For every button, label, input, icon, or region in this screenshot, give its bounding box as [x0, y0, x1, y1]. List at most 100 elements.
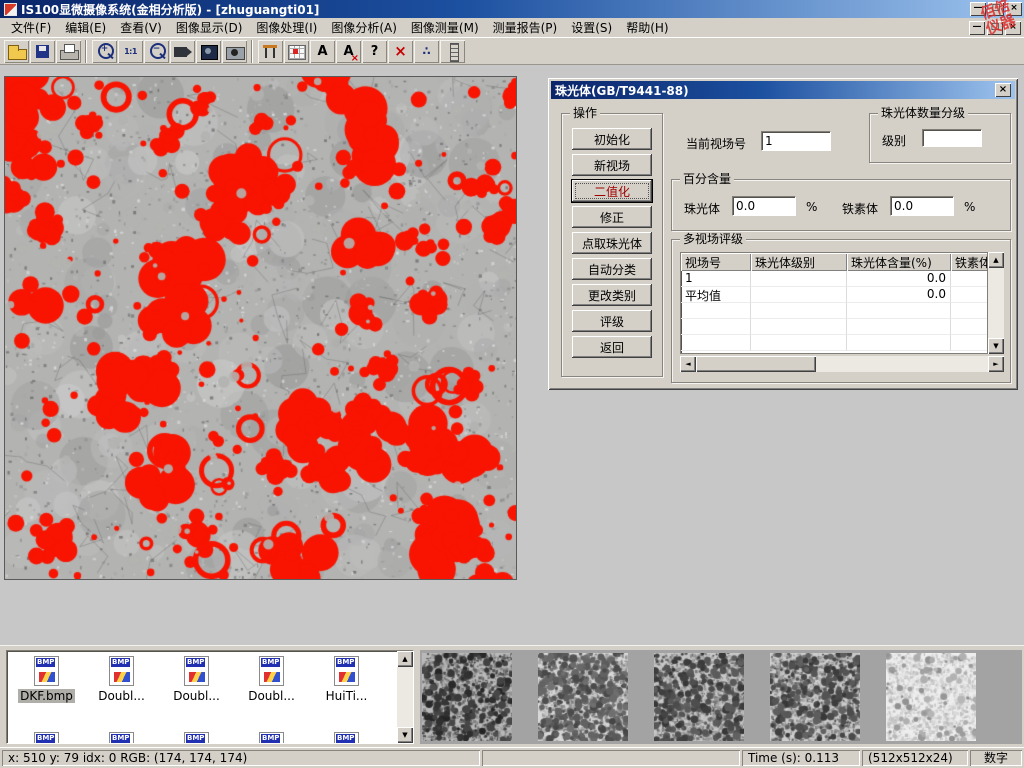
- change-class-button[interactable]: 更改类别: [572, 284, 652, 306]
- bmp-file-icon: BMP: [109, 732, 134, 744]
- micrograph-image[interactable]: [4, 76, 517, 580]
- menu-edit[interactable]: 编辑(E): [58, 17, 113, 38]
- current-field-label: 当前视场号: [686, 135, 746, 152]
- mdi-close-button[interactable]: ×: [1005, 21, 1021, 35]
- snapshot-icon[interactable]: [196, 40, 221, 63]
- initialize-button[interactable]: 初始化: [572, 128, 652, 150]
- help-icon[interactable]: ?: [362, 40, 387, 63]
- scroll-up-icon[interactable]: ▲: [397, 651, 413, 667]
- file-item[interactable]: BMP Doubl...: [84, 656, 159, 703]
- file-list-scrollbar[interactable]: ▲ ▼: [397, 651, 413, 743]
- time-status: Time (s): 0.113: [742, 750, 860, 766]
- scroll-right-icon[interactable]: ►: [988, 356, 1004, 372]
- file-item[interactable]: BMP Doubl...: [159, 656, 234, 703]
- return-button[interactable]: 返回: [572, 336, 652, 358]
- close-button[interactable]: ×: [1006, 2, 1022, 16]
- scrollbar-thumb[interactable]: [696, 356, 816, 372]
- file-item[interactable]: BMP: [159, 732, 234, 744]
- grade-label: 级别: [882, 132, 906, 149]
- file-item[interactable]: BMP: [309, 732, 384, 744]
- bmp-file-icon: BMP: [34, 656, 59, 686]
- menu-settings[interactable]: 设置(S): [564, 17, 619, 38]
- file-item[interactable]: BMP: [84, 732, 159, 744]
- header-field-no[interactable]: 视场号: [681, 253, 751, 271]
- table-row[interactable]: 平均值 0.0: [681, 287, 987, 303]
- menu-view[interactable]: 查看(V): [113, 17, 169, 38]
- file-item[interactable]: BMP: [234, 732, 309, 744]
- header-pearlite-grade[interactable]: 珠光体级别: [751, 253, 847, 271]
- video-capture-icon[interactable]: [170, 40, 195, 63]
- grid-measure-icon[interactable]: [284, 40, 309, 63]
- pearlite-unit-label: %: [806, 200, 817, 214]
- table-empty-row: [681, 319, 987, 335]
- menu-image-display[interactable]: 图像显示(D): [169, 17, 250, 38]
- table-horizontal-scrollbar[interactable]: ◄ ►: [680, 356, 1004, 372]
- pearlite-label: 珠光体: [684, 200, 720, 217]
- camera-icon[interactable]: [222, 40, 247, 63]
- auto-classify-button[interactable]: 自动分类: [572, 258, 652, 280]
- menu-image-process[interactable]: 图像处理(I): [249, 17, 324, 38]
- thumbnail-2[interactable]: [538, 653, 628, 741]
- save-icon[interactable]: [30, 40, 55, 63]
- thumbnail-1[interactable]: [422, 653, 512, 741]
- dialog-close-icon[interactable]: ×: [995, 83, 1011, 97]
- table-empty-row: [681, 303, 987, 319]
- toolbar-separator: [251, 40, 255, 63]
- scroll-up-icon[interactable]: ▲: [988, 252, 1004, 268]
- pick-pearlite-button[interactable]: 点取珠光体: [572, 232, 652, 254]
- thumbnail-4[interactable]: [770, 653, 860, 741]
- file-item[interactable]: BMP: [9, 732, 84, 744]
- open-folder-icon[interactable]: [4, 40, 29, 63]
- scroll-down-icon[interactable]: ▼: [988, 338, 1004, 354]
- zoom-in-icon[interactable]: +: [92, 40, 117, 63]
- title-bar: IS100显微摄像系统(金相分析版) - [zhuguangti01] — □ …: [0, 0, 1024, 18]
- text-delete-icon[interactable]: A: [336, 40, 361, 63]
- mdi-restore-button[interactable]: □: [987, 21, 1003, 35]
- table-row[interactable]: 1 0.0: [681, 271, 987, 287]
- grade-level-input[interactable]: [922, 129, 982, 147]
- multi-field-group: 多视场评级 视场号 珠光体级别 珠光体含量(%) 铁素体含量(%) 1 0.0: [671, 239, 1011, 383]
- thumbnail-3[interactable]: [654, 653, 744, 741]
- thumbnail-5[interactable]: [886, 653, 976, 741]
- file-item[interactable]: BMP HuiTi...: [309, 656, 384, 703]
- maximize-button[interactable]: □: [988, 2, 1004, 16]
- new-field-button[interactable]: 新视场: [572, 154, 652, 176]
- zoom-out-icon[interactable]: −: [144, 40, 169, 63]
- delete-measure-icon[interactable]: ×: [388, 40, 413, 63]
- pearlite-percent-input[interactable]: [732, 196, 796, 216]
- grade-button[interactable]: 评级: [572, 310, 652, 332]
- correct-button[interactable]: 修正: [572, 206, 652, 228]
- thumbnail-strip: [420, 650, 1022, 744]
- menu-image-measure[interactable]: 图像测量(M): [404, 17, 486, 38]
- print-icon[interactable]: [56, 40, 81, 63]
- scroll-left-icon[interactable]: ◄: [680, 356, 696, 372]
- bmp-file-icon: BMP: [34, 732, 59, 744]
- mdi-minimize-button[interactable]: —: [969, 21, 985, 35]
- menu-file[interactable]: 文件(F): [4, 17, 58, 38]
- file-name: Doubl...: [246, 689, 297, 703]
- multi-field-table: 视场号 珠光体级别 珠光体含量(%) 铁素体含量(%) 1 0.0: [680, 252, 988, 354]
- menu-help[interactable]: 帮助(H): [619, 17, 675, 38]
- header-pearlite-pct[interactable]: 珠光体含量(%): [847, 253, 951, 271]
- actual-size-icon[interactable]: 1:1: [118, 40, 143, 63]
- point-measure-icon[interactable]: ∴: [414, 40, 439, 63]
- menu-image-analysis[interactable]: 图像分析(A): [324, 17, 404, 38]
- binarize-button[interactable]: 二值化: [572, 180, 652, 202]
- text-annotate-icon[interactable]: A: [310, 40, 335, 63]
- percent-group-label: 百分含量: [680, 172, 734, 186]
- application-window: IS100显微摄像系统(金相分析版) - [zhuguangti01] — □ …: [0, 0, 1024, 768]
- file-name: DKF.bmp: [18, 689, 75, 703]
- file-item[interactable]: BMP DKF.bmp: [9, 656, 84, 703]
- table-vertical-scrollbar[interactable]: ▲ ▼: [988, 252, 1004, 354]
- minimize-button[interactable]: —: [970, 2, 986, 16]
- menu-measure-report[interactable]: 测量报告(P): [486, 17, 565, 38]
- ruler-icon[interactable]: [440, 40, 465, 63]
- current-field-input[interactable]: [761, 131, 831, 151]
- file-item[interactable]: BMP Doubl...: [234, 656, 309, 703]
- header-ferrite-pct[interactable]: 铁素体含量(%): [951, 253, 988, 271]
- scroll-down-icon[interactable]: ▼: [397, 727, 413, 743]
- dialog-title-bar[interactable]: 珠光体(GB/T9441-88) ×: [551, 81, 1015, 99]
- ferrite-percent-input[interactable]: [890, 196, 954, 216]
- app-icon[interactable]: [4, 3, 17, 16]
- caliper-icon[interactable]: [258, 40, 283, 63]
